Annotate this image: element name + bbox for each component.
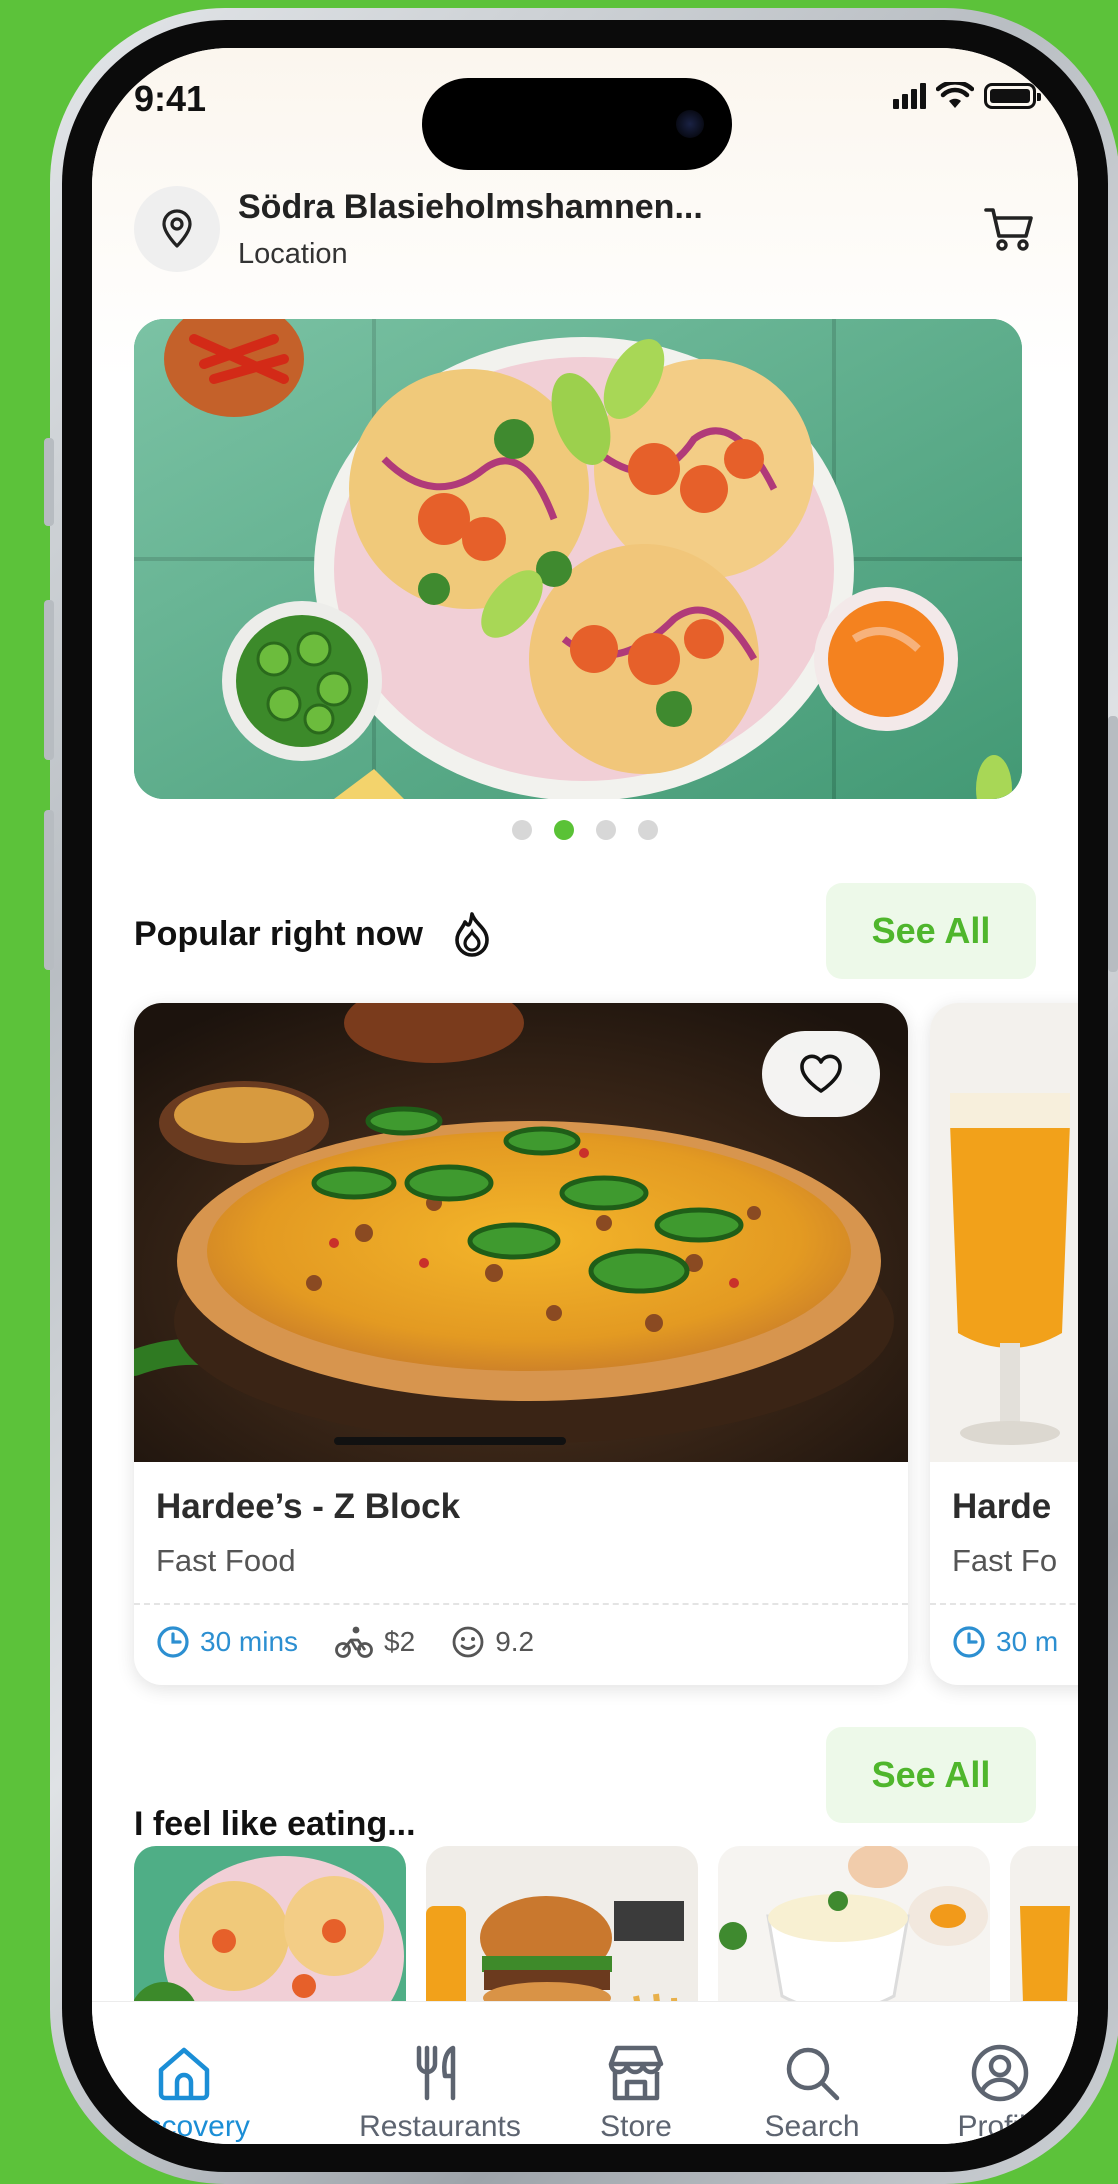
promo-banner[interactable]: [134, 319, 1022, 799]
nav-restaurants[interactable]: Restaurants: [330, 2002, 550, 2144]
bottom-navigation: Discovery Restaurants Store Search Profi…: [92, 2001, 1078, 2144]
action-button: [44, 438, 54, 526]
wifi-icon: [936, 82, 974, 108]
location-pin-icon: [162, 209, 192, 248]
location-pin-button[interactable]: [134, 186, 220, 272]
delivery-time: 30 mins: [156, 1625, 298, 1659]
categories-title-text: I feel like eating...: [134, 1805, 416, 1843]
restaurant-card[interactable]: Harde Fast Fo 30 m: [930, 1003, 1078, 1685]
restaurant-category: Fast Fo: [952, 1543, 1058, 1578]
banner-pagination[interactable]: [92, 820, 1078, 840]
rating: 9.2: [451, 1625, 534, 1659]
battery-icon: [984, 83, 1041, 109]
dynamic-island: [422, 78, 732, 170]
profile-icon: [971, 2044, 1029, 2102]
delivery-time: 30 m: [952, 1625, 1058, 1659]
utensils-icon: [416, 2045, 456, 2101]
favorite-button[interactable]: [762, 1031, 880, 1117]
app-screen: 9:41 Södra Blasieholmshamnen... Location: [92, 48, 1078, 2144]
status-icons: [893, 82, 1041, 110]
restaurant-name: Hardee’s - Z Block: [156, 1487, 461, 1526]
popular-see-all-button[interactable]: See All: [826, 883, 1036, 979]
restaurant-meta: 30 mins $2 9.2: [156, 1625, 534, 1659]
location-title[interactable]: Södra Blasieholmshamnen...: [238, 188, 703, 227]
delivery-fee: $2: [334, 1625, 415, 1659]
front-camera: [676, 110, 704, 138]
cellular-signal-icon: [893, 83, 926, 109]
cart-icon[interactable]: [980, 198, 1040, 258]
restaurant-card[interactable]: Hardee’s - Z Block Fast Food 30 mins $2: [134, 1003, 908, 1685]
pagination-dot[interactable]: [596, 820, 616, 840]
tacos-banner-image: [134, 319, 1022, 799]
restaurant-category: Fast Food: [156, 1543, 296, 1578]
power-button: [1108, 716, 1118, 972]
status-time: 9:41: [134, 78, 207, 119]
store-icon: [608, 2045, 664, 2101]
pagination-dot[interactable]: [512, 820, 532, 840]
clock-icon: [157, 1626, 189, 1658]
heart-icon: [800, 1054, 842, 1093]
card-divider: [134, 1603, 908, 1605]
categories-section-title: I feel like eating...: [134, 1805, 416, 1844]
smiley-icon: [452, 1626, 484, 1658]
bike-courier-icon: [335, 1626, 373, 1658]
nav-search[interactable]: Search: [732, 2002, 892, 2144]
carousel-scroll-indicator: [334, 1437, 566, 1445]
home-icon: [158, 2047, 210, 2101]
categories-see-all-button[interactable]: See All: [826, 1727, 1036, 1823]
pagination-dot-active[interactable]: [554, 820, 574, 840]
nav-store[interactable]: Store: [566, 2002, 706, 2144]
popular-section-title: Popular right now: [134, 910, 493, 958]
nav-profile[interactable]: Profile: [910, 2002, 1078, 2144]
restaurant-meta: 30 m: [952, 1625, 1058, 1659]
popular-title-text: Popular right now: [134, 914, 423, 953]
card-divider: [930, 1603, 1078, 1605]
restaurant-name: Harde: [952, 1487, 1052, 1526]
location-subtitle: Location: [238, 238, 348, 270]
pagination-dot[interactable]: [638, 820, 658, 840]
beer-image: [930, 1003, 1078, 1462]
search-icon: [786, 2047, 840, 2101]
clock-icon: [953, 1626, 985, 1658]
nav-discovery[interactable]: Discovery: [92, 2002, 284, 2144]
volume-down-button: [44, 810, 54, 970]
volume-up-button: [44, 600, 54, 760]
fire-icon: [455, 912, 489, 957]
